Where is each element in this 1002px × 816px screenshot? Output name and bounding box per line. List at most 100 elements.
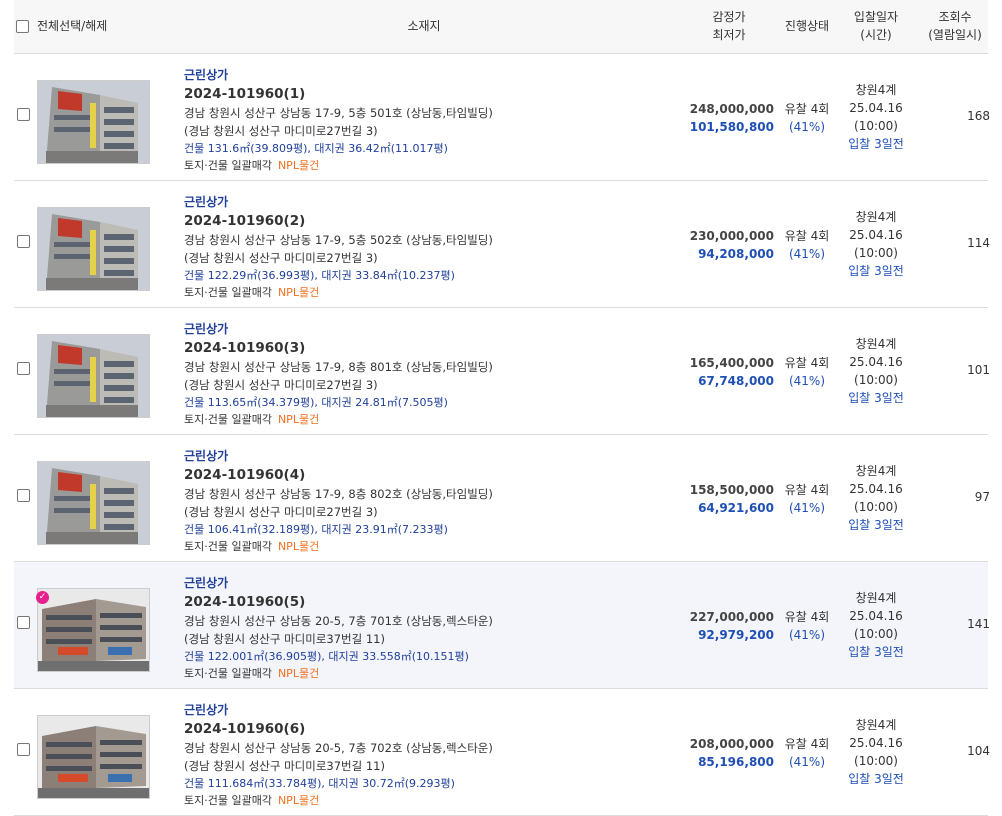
building-thumbnail[interactable] xyxy=(37,588,150,672)
schedule-cell: 창원4계 25.04.16 (10:00) 입찰 3일전 xyxy=(838,81,914,153)
appraisal-price: 208,000,000 xyxy=(689,737,774,751)
status-cell: 유찰 4회 (41%) xyxy=(780,481,834,517)
court-division: 창원4계 xyxy=(855,718,897,732)
property-tags: 토지·건물 일괄매각 NPL물건 xyxy=(184,665,534,682)
view-count: 114 xyxy=(967,236,990,250)
bulk-sale-tag: 토지·건물 일괄매각 xyxy=(184,413,272,426)
building-thumbnail[interactable] xyxy=(37,461,150,545)
row-checkbox[interactable] xyxy=(17,108,30,121)
appraisal-price: 227,000,000 xyxy=(689,610,774,624)
property-category[interactable]: 근린상가 xyxy=(184,574,534,592)
price-ratio: (41%) xyxy=(788,374,826,388)
court-division: 창원4계 xyxy=(855,591,897,605)
npl-tag: NPL물건 xyxy=(277,413,320,426)
table-row[interactable]: 근린상가 2024-101960(2) 경남 창원시 성산구 상남동 17-9,… xyxy=(14,181,990,308)
property-tags: 토지·건물 일괄매각 NPL물건 xyxy=(184,792,534,809)
price-cell: 248,000,000 101,580,800 xyxy=(674,100,774,136)
bid-date: 25.04.16 xyxy=(849,736,903,750)
property-category[interactable]: 근린상가 xyxy=(184,320,534,338)
road-address: (경남 창원시 성산구 마디미로27번길 3) xyxy=(184,251,378,265)
area-info: 건물 111.684㎡(33.784평), 대지권 30.72㎡(9.293평) xyxy=(184,777,455,790)
row-checkbox[interactable] xyxy=(17,743,30,756)
property-address: 경남 창원시 성산구 상남동 20-5, 7층 702호 (상남동,렉스타운) xyxy=(184,741,493,755)
property-address: 경남 창원시 성산구 상남동 20-5, 7층 701호 (상남동,렉스타운) xyxy=(184,614,493,628)
table-row[interactable]: 근린상가 2024-101960(1) 경남 창원시 성산구 상남동 17-9,… xyxy=(14,54,990,181)
area-info: 건물 106.41㎡(32.189평), 대지권 23.91㎡(7.233평) xyxy=(184,523,448,536)
bid-date: 25.04.16 xyxy=(849,101,903,115)
bulk-sale-tag: 토지·건물 일괄매각 xyxy=(184,667,272,680)
building-thumbnail[interactable] xyxy=(37,334,150,418)
npl-tag: NPL물건 xyxy=(277,667,320,680)
schedule-cell: 창원4계 25.04.16 (10:00) 입찰 3일전 xyxy=(838,716,914,788)
property-address: 경남 창원시 성산구 상남동 17-9, 5층 501호 (상남동,타임빌딩) xyxy=(184,106,493,120)
auction-table: 전체선택/해제 소재지 감정가 최저가 진행상태 입찰일자 (시간) 조회수 (… xyxy=(14,0,990,816)
days-until-bid: 입찰 3일전 xyxy=(848,645,904,659)
price-cell: 208,000,000 85,196,800 xyxy=(674,735,774,771)
property-category[interactable]: 근린상가 xyxy=(184,193,534,211)
table-row[interactable]: 근린상가 2024-101960(6) 경남 창원시 성산구 상남동 20-5,… xyxy=(14,689,990,816)
views-header-sub: (열람일시) xyxy=(928,28,982,42)
building-thumbnail[interactable] xyxy=(37,207,150,291)
bid-time: (10:00) xyxy=(854,500,898,514)
court-division: 창원4계 xyxy=(855,210,897,224)
property-category[interactable]: 근린상가 xyxy=(184,701,534,719)
date-header-title: 입찰일자 xyxy=(853,10,899,24)
minimum-price: 101,580,800 xyxy=(689,120,774,134)
failed-bid-count: 유찰 4회 xyxy=(784,102,830,116)
road-address: (경남 창원시 성산구 마디미로37번길 11) xyxy=(184,759,385,773)
case-number[interactable]: 2024-101960(6) xyxy=(184,719,534,739)
court-division: 창원4계 xyxy=(855,337,897,351)
bulk-sale-tag: 토지·건물 일괄매각 xyxy=(184,540,272,553)
days-until-bid: 입찰 3일전 xyxy=(848,518,904,532)
appraisal-price: 230,000,000 xyxy=(689,229,774,243)
property-category[interactable]: 근린상가 xyxy=(184,447,534,465)
npl-tag: NPL물건 xyxy=(277,540,320,553)
property-info: 근린상가 2024-101960(6) 경남 창원시 성산구 상남동 20-5,… xyxy=(184,701,534,809)
bid-date: 25.04.16 xyxy=(849,355,903,369)
table-row[interactable]: 근린상가 2024-101960(3) 경남 창원시 성산구 상남동 17-9,… xyxy=(14,308,990,435)
table-row[interactable]: 근린상가 2024-101960(4) 경남 창원시 성산구 상남동 17-9,… xyxy=(14,435,990,562)
road-address: (경남 창원시 성산구 마디미로37번길 11) xyxy=(184,632,385,646)
row-checkbox[interactable] xyxy=(17,362,30,375)
status-cell: 유찰 4회 (41%) xyxy=(780,354,834,390)
select-all-checkbox[interactable] xyxy=(16,20,29,33)
schedule-cell: 창원4계 25.04.16 (10:00) 입찰 3일전 xyxy=(838,589,914,661)
property-info: 근린상가 2024-101960(1) 경남 창원시 성산구 상남동 17-9,… xyxy=(184,66,534,174)
price-header[interactable]: 감정가 최저가 xyxy=(694,8,764,44)
npl-tag: NPL물건 xyxy=(277,286,320,299)
price-cell: 158,500,000 64,921,600 xyxy=(674,481,774,517)
status-header[interactable]: 진행상태 xyxy=(776,17,838,35)
price-cell: 230,000,000 94,208,000 xyxy=(674,227,774,263)
property-tags: 토지·건물 일괄매각 NPL물건 xyxy=(184,157,534,174)
case-number[interactable]: 2024-101960(1) xyxy=(184,84,534,104)
row-checkbox[interactable] xyxy=(17,235,30,248)
appraisal-price: 248,000,000 xyxy=(689,102,774,116)
property-info: 근린상가 2024-101960(3) 경남 창원시 성산구 상남동 17-9,… xyxy=(184,320,534,428)
status-cell: 유찰 4회 (41%) xyxy=(780,100,834,136)
date-header[interactable]: 입찰일자 (시간) xyxy=(839,8,913,44)
case-number[interactable]: 2024-101960(5) xyxy=(184,592,534,612)
property-info: 근린상가 2024-101960(2) 경남 창원시 성산구 상남동 17-9,… xyxy=(184,193,534,301)
bulk-sale-tag: 토지·건물 일괄매각 xyxy=(184,286,272,299)
court-division: 창원4계 xyxy=(855,83,897,97)
select-all-label[interactable]: 전체선택/해제 xyxy=(37,17,107,35)
case-number[interactable]: 2024-101960(4) xyxy=(184,465,534,485)
views-header[interactable]: 조회수 (열람일시) xyxy=(920,8,990,44)
row-checkbox[interactable] xyxy=(17,616,30,629)
price-ratio: (41%) xyxy=(788,501,826,515)
property-tags: 토지·건물 일괄매각 NPL물건 xyxy=(184,538,534,555)
bid-time: (10:00) xyxy=(854,754,898,768)
bid-date: 25.04.16 xyxy=(849,228,903,242)
area-info: 건물 122.29㎡(36.993평), 대지권 33.84㎡(10.237평) xyxy=(184,269,455,282)
bulk-sale-tag: 토지·건물 일괄매각 xyxy=(184,159,272,172)
table-header: 전체선택/해제 소재지 감정가 최저가 진행상태 입찰일자 (시간) 조회수 (… xyxy=(14,0,988,54)
building-thumbnail[interactable] xyxy=(37,715,150,799)
case-number[interactable]: 2024-101960(3) xyxy=(184,338,534,358)
price-cell: 165,400,000 67,748,000 xyxy=(674,354,774,390)
row-checkbox[interactable] xyxy=(17,489,30,502)
property-category[interactable]: 근린상가 xyxy=(184,66,534,84)
minimum-price: 67,748,000 xyxy=(698,374,774,388)
table-row[interactable]: ✓ 근린상가 2024-101960(5) 경남 창원시 성산구 상남동 20-… xyxy=(14,562,990,689)
building-thumbnail[interactable] xyxy=(37,80,150,164)
case-number[interactable]: 2024-101960(2) xyxy=(184,211,534,231)
